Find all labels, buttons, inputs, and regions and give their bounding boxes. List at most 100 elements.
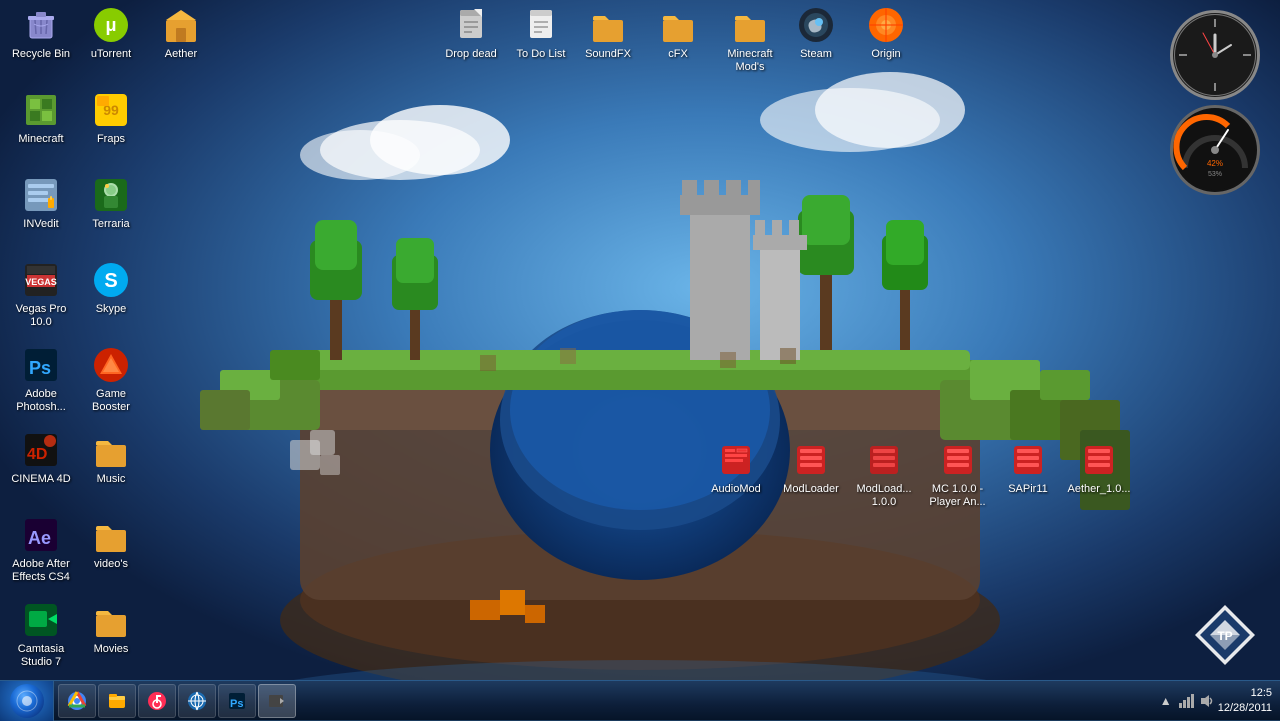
svg-text:Ps: Ps (29, 358, 51, 378)
aftereffects-img: Ae (21, 515, 61, 555)
taskbar-itunes[interactable] (138, 684, 176, 718)
modloader100-icon[interactable]: ModLoad... 1.0.0 (848, 440, 920, 510)
svg-text:μ: μ (105, 15, 116, 35)
speedometer-widget: 42% 53% (1170, 105, 1260, 195)
svg-text:TP: TP (1217, 629, 1232, 643)
aether-label: Aether (163, 47, 199, 62)
taskbar-explorer[interactable] (98, 684, 136, 718)
gamebooster-label: Game Booster (75, 387, 147, 415)
svg-text:42%: 42% (1207, 159, 1223, 168)
vegas-icon[interactable]: VEGAS Vegas Pro 10.0 (5, 260, 77, 330)
soundfx-img (588, 5, 628, 45)
cfx-label: cFX (666, 47, 690, 62)
vegas-label: Vegas Pro 10.0 (5, 302, 77, 330)
photoshop-img: Ps (21, 345, 61, 385)
tray-time: 12:5 (1218, 686, 1272, 700)
minecraft-icon[interactable]: Minecraft (5, 90, 77, 147)
steam-icon[interactable]: Steam (780, 5, 852, 62)
movies-folder-icon[interactable]: Movies (75, 600, 147, 657)
gamebooster-icon[interactable]: Game Booster (75, 345, 147, 415)
fraps-img: 99 (91, 90, 131, 130)
music-folder-icon[interactable]: Music (75, 430, 147, 487)
soundfx-icon[interactable]: SoundFX (572, 5, 644, 62)
camtasia-icon[interactable]: Camtasia Studio 7 (5, 600, 77, 670)
utorrent-icon[interactable]: μ uTorrent (75, 5, 147, 62)
origin-img (866, 5, 906, 45)
minecraft-img (21, 90, 61, 130)
gamebooster-img (91, 345, 131, 385)
sapi-img (1008, 440, 1048, 480)
clock-widget: 42% 53% (1170, 10, 1260, 195)
aftereffects-label: Adobe After Effects CS4 (5, 557, 77, 585)
recycle-bin-img (21, 5, 61, 45)
svg-text:53%: 53% (1208, 171, 1222, 178)
taskbar-photoshop[interactable]: Ps (218, 684, 256, 718)
tray-network[interactable] (1178, 693, 1194, 709)
analog-clock (1170, 10, 1260, 100)
tray-arrow[interactable]: ▲ (1158, 693, 1174, 709)
terraria-img (91, 175, 131, 215)
tray-clock[interactable]: 12:5 12/28/2011 (1218, 686, 1272, 715)
aether-desktop-icon[interactable]: Aether (145, 5, 217, 62)
todolist-img (521, 5, 561, 45)
minecraftmods-img (730, 5, 770, 45)
aether10-img (1079, 440, 1119, 480)
origin-icon[interactable]: Origin (850, 5, 922, 62)
skype-label: Skype (94, 302, 129, 317)
videos-folder-img (91, 515, 131, 555)
aether10-icon[interactable]: Aether_1.0... (1063, 440, 1135, 497)
photoshop-icon[interactable]: Ps Adobe Photosh... (5, 345, 77, 415)
audiomod-img (716, 440, 756, 480)
tp-logo: TP (1190, 600, 1260, 670)
aether-img (161, 5, 201, 45)
cinema4d-label: CINEMA 4D (9, 472, 72, 487)
aftereffects-icon[interactable]: Ae Adobe After Effects CS4 (5, 515, 77, 585)
photoshop-label: Adobe Photosh... (5, 387, 77, 415)
steam-img (796, 5, 836, 45)
svg-text:VEGAS: VEGAS (25, 277, 57, 287)
movies-label: Movies (92, 642, 131, 657)
invedit-icon[interactable]: INVedit (5, 175, 77, 232)
recycle-bin-icon[interactable]: Recycle Bin (5, 5, 77, 62)
terraria-icon[interactable]: Terraria (75, 175, 147, 232)
taskbar: Ps ▲ 12:5 (0, 680, 1280, 720)
dropdead-img (451, 5, 491, 45)
fraps-label: Fraps (95, 132, 127, 147)
taskbar-chrome[interactable] (58, 684, 96, 718)
svg-text:S: S (104, 270, 117, 292)
cinema4d-icon[interactable]: 4D CINEMA 4D (5, 430, 77, 487)
dropdead-icon[interactable]: Drop dead (435, 5, 507, 62)
modloader-img (791, 440, 831, 480)
taskbar-browser2[interactable] (178, 684, 216, 718)
minecraftmods-icon[interactable]: Minecraft Mod's (710, 5, 790, 75)
music-folder-img (91, 430, 131, 470)
start-orb[interactable] (10, 684, 44, 718)
svg-text:Ae: Ae (28, 528, 51, 548)
taskbar-active-window[interactable] (258, 684, 296, 718)
minecraft-label: Minecraft (16, 132, 65, 147)
videos-folder-icon[interactable]: video's (75, 515, 147, 572)
utorrent-label: uTorrent (89, 47, 133, 62)
audiomod-icon[interactable]: AudioMod (700, 440, 772, 497)
desktop: Recycle Bin μ uTorrent Aether (0, 0, 1280, 720)
fraps-icon[interactable]: 99 Fraps (75, 90, 147, 147)
origin-label: Origin (869, 47, 902, 62)
mc100-img (938, 440, 978, 480)
tray-date: 12/28/2011 (1218, 701, 1272, 715)
tray-volume[interactable] (1198, 693, 1214, 709)
sapi-icon[interactable]: SAPir11 (992, 440, 1064, 497)
svg-text:4D: 4D (27, 446, 47, 463)
mc100-label: MC 1.0.0 - Player An... (920, 482, 995, 510)
modloader100-label: ModLoad... 1.0.0 (848, 482, 920, 510)
taskbar-apps: Ps (54, 681, 1150, 720)
music-label: Music (95, 472, 128, 487)
todolist-icon[interactable]: To Do List (505, 5, 577, 62)
mc100-icon[interactable]: MC 1.0.0 - Player An... (920, 440, 995, 510)
steam-label: Steam (798, 47, 834, 62)
invedit-label: INVedit (21, 217, 60, 232)
terraria-label: Terraria (90, 217, 131, 232)
modloader-icon[interactable]: ModLoader (775, 440, 847, 497)
cfx-icon[interactable]: cFX (642, 5, 714, 62)
start-button[interactable] (0, 681, 54, 721)
skype-icon[interactable]: S Skype (75, 260, 147, 317)
